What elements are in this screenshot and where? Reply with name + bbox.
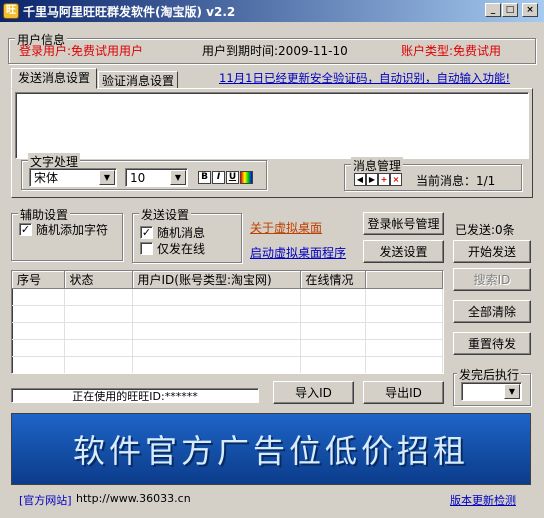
unchecked-box-icon bbox=[140, 242, 153, 255]
random-message-label: 随机消息 bbox=[157, 226, 206, 240]
current-wangwang-text: 正在使用的旺旺ID:****** bbox=[72, 389, 198, 403]
send-settings-button[interactable]: 发送设置 bbox=[363, 240, 444, 263]
export-id-button[interactable]: 导出ID bbox=[363, 381, 444, 404]
column-header-user-id[interactable]: 用户ID(账号类型:淘宝网) bbox=[132, 271, 301, 289]
table-row bbox=[12, 288, 443, 306]
import-id-button[interactable]: 导入ID bbox=[273, 381, 354, 404]
start-send-label: 开始发送 bbox=[467, 245, 516, 259]
message-editor[interactable] bbox=[15, 92, 529, 159]
notice-link[interactable]: 11月1日已经更新安全验证码，自动识别，自动输入功能! bbox=[219, 70, 510, 86]
column-header-blank bbox=[365, 271, 443, 289]
start-virtual-desktop-link[interactable]: 启动虚拟桌面程序 bbox=[250, 244, 346, 261]
table-header-row: 序号 状态 用户ID(账号类型:淘宝网) 在线情况 bbox=[12, 271, 443, 289]
column-header-index[interactable]: 序号 bbox=[12, 271, 65, 289]
column-header-online[interactable]: 在线情况 bbox=[300, 271, 366, 289]
advertisement-banner[interactable]: 软件官方广告位低价招租 bbox=[11, 413, 531, 485]
table-row bbox=[12, 322, 443, 340]
table-row bbox=[12, 339, 443, 357]
account-type-text: 账户类型:免费试用 bbox=[401, 44, 502, 58]
column-header-status[interactable]: 状态 bbox=[64, 271, 133, 289]
online-only-checkbox[interactable]: 仅发在线 bbox=[140, 240, 205, 257]
random-char-checkbox[interactable]: ✓ 随机添加字符 bbox=[19, 221, 108, 238]
official-site-url[interactable]: http://www.36033.cn bbox=[76, 492, 191, 505]
prev-message-icon[interactable]: ◀ bbox=[354, 173, 366, 186]
font-value: 宋体 bbox=[34, 171, 59, 185]
font-size-value: 10 bbox=[130, 170, 146, 185]
search-id-button[interactable]: 搜索ID bbox=[453, 268, 531, 291]
message-nav: ◀ ▶ + × bbox=[354, 172, 402, 186]
tab-verify-message-settings[interactable]: 验证消息设置 bbox=[98, 71, 178, 89]
send-settings-label: 发送设置 bbox=[379, 245, 428, 259]
tab-send-message-settings[interactable]: 发送消息设置 bbox=[11, 68, 97, 89]
italic-button[interactable]: I bbox=[212, 171, 225, 184]
table-row bbox=[12, 356, 443, 373]
update-check-link[interactable]: 版本更新检测 bbox=[450, 492, 516, 508]
current-wangwang-field: 正在使用的旺旺ID:****** bbox=[11, 388, 259, 403]
font-select[interactable]: 宋体 ▼ bbox=[29, 168, 117, 187]
clear-all-label: 全部清除 bbox=[467, 305, 516, 319]
send-settings-title: 发送设置 bbox=[139, 206, 192, 223]
expiry-text: 用户到期时间:2009-11-10 bbox=[202, 44, 348, 58]
color-palette-icon[interactable] bbox=[240, 171, 253, 184]
search-id-label: 搜索ID bbox=[473, 273, 511, 287]
clear-all-button[interactable]: 全部清除 bbox=[453, 300, 531, 323]
reset-pending-button[interactable]: 重置待发 bbox=[453, 332, 531, 355]
id-table[interactable]: 序号 状态 用户ID(账号类型:淘宝网) 在线情况 bbox=[11, 270, 444, 374]
random-char-label: 随机添加字符 bbox=[36, 223, 109, 237]
reset-pending-label: 重置待发 bbox=[467, 337, 516, 351]
login-user-text: 登录用户:免费试用用户 bbox=[19, 44, 144, 58]
maximize-button[interactable]: □ bbox=[502, 3, 518, 17]
online-only-label: 仅发在线 bbox=[157, 242, 206, 256]
bold-button[interactable]: B bbox=[198, 171, 211, 184]
start-send-button[interactable]: 开始发送 bbox=[453, 240, 531, 263]
window-title: 千里马阿里旺旺群发软件(淘宝版) v2.2 bbox=[23, 4, 236, 19]
format-toolbar: BIU bbox=[198, 170, 254, 184]
chevron-down-icon[interactable]: ▼ bbox=[99, 170, 115, 185]
minimize-button[interactable]: _ bbox=[485, 3, 501, 17]
underline-button[interactable]: U bbox=[226, 171, 239, 184]
import-id-label: 导入ID bbox=[295, 386, 332, 400]
font-size-select[interactable]: 10 ▼ bbox=[125, 168, 188, 187]
export-id-label: 导出ID bbox=[385, 386, 422, 400]
sent-count-text: 已发送:0条 bbox=[455, 223, 515, 237]
banner-text: 软件官方广告位低价招租 bbox=[72, 432, 469, 470]
close-button[interactable]: × bbox=[522, 3, 538, 17]
random-message-checkbox[interactable]: ✓ 随机消息 bbox=[140, 224, 205, 241]
chevron-down-icon[interactable]: ▼ bbox=[170, 170, 186, 185]
checkmark-icon: ✓ bbox=[140, 226, 153, 239]
add-message-icon[interactable]: + bbox=[378, 173, 390, 186]
title-bar: 旺 千里马阿里旺旺群发软件(淘宝版) v2.2 bbox=[0, 0, 544, 22]
table-row bbox=[12, 305, 443, 323]
checkmark-icon: ✓ bbox=[19, 223, 32, 236]
chevron-down-icon[interactable]: ▼ bbox=[504, 384, 520, 399]
login-manage-button[interactable]: 登录帐号管理 bbox=[363, 212, 444, 235]
about-virtual-desktop-link[interactable]: 关于虚拟桌面 bbox=[250, 219, 322, 236]
app-icon: 旺 bbox=[3, 3, 19, 19]
login-manage-label: 登录帐号管理 bbox=[367, 217, 440, 231]
current-message-text: 当前消息：1/1 bbox=[416, 174, 496, 188]
delete-message-icon[interactable]: × bbox=[390, 173, 402, 186]
after-send-select[interactable]: ▼ bbox=[461, 382, 522, 401]
next-message-icon[interactable]: ▶ bbox=[366, 173, 378, 186]
after-send-title: 发完后执行 bbox=[457, 366, 522, 383]
official-site-label: [官方网站] bbox=[19, 494, 72, 507]
